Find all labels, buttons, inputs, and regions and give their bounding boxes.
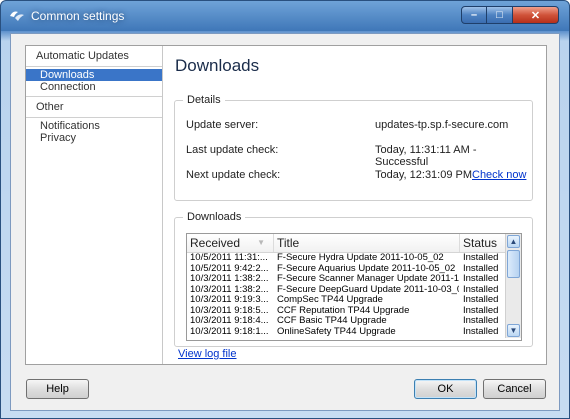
- cell-title: F-Secure Scanner Manager Update 2011-1..…: [277, 274, 459, 284]
- cell-received: 10/3/2011 9:18:1...: [190, 326, 269, 337]
- view-log-link[interactable]: View log file: [178, 348, 237, 360]
- cell-received: 10/3/2011 9:18:4...: [190, 316, 269, 326]
- list-row[interactable]: 10/3/2011 9:18:4... CCF Basic TP44 Upgrad…: [187, 316, 506, 327]
- page-title: Downloads: [175, 56, 260, 75]
- window-title: Common settings: [31, 9, 125, 23]
- downloads-list[interactable]: Received ▼ Title Status 10/5/2011 11:31:…: [186, 233, 522, 341]
- sort-arrow-icon: ▼: [257, 238, 265, 247]
- cell-received: 10/5/2011 9:42:2...: [190, 263, 269, 274]
- column-title[interactable]: Title: [274, 234, 460, 252]
- downloads-group: Downloads Received ▼ Title Status 10/5/2…: [174, 211, 533, 347]
- cell-status: Installed: [463, 316, 499, 326]
- column-received[interactable]: Received ▼: [187, 234, 274, 252]
- next-check-value: Today, 12:31:09 PM: [375, 169, 473, 181]
- maximize-icon: □: [496, 9, 503, 21]
- list-row[interactable]: 10/3/2011 9:18:5... CCF Reputation TP44 U…: [187, 306, 506, 317]
- cell-status: Installed: [463, 295, 499, 305]
- minimize-icon: –: [470, 9, 478, 21]
- content-pane: Downloads Details Update server: updates…: [163, 46, 546, 364]
- update-server-label: Update server:: [186, 119, 259, 131]
- cancel-button[interactable]: Cancel: [483, 379, 546, 399]
- cell-title: CCF Reputation TP44 Upgrade: [277, 305, 410, 316]
- caption-buttons: – □ ✕: [461, 6, 559, 25]
- cell-title: F-Secure Hydra Update 2011-10-05_02: [277, 253, 444, 263]
- cell-title: F-Secure DeepGuard Update 2011-10-03_01: [277, 284, 459, 295]
- cell-received: 10/3/2011 9:19:3...: [190, 295, 269, 305]
- list-rows: 10/5/2011 11:31:... F-Secure Hydra Update…: [187, 253, 506, 337]
- list-row[interactable]: 10/3/2011 1:38:2... F-Secure Scanner Mana…: [187, 274, 506, 285]
- cell-title: F-Secure Aquarius Update 2011-10-05_02: [277, 263, 456, 274]
- settings-window: Common settings – □ ✕ Automatic Updates …: [0, 0, 570, 419]
- column-status[interactable]: Status: [460, 234, 506, 252]
- close-icon: ✕: [530, 9, 541, 22]
- settings-panel: Automatic Updates Downloads Connection O…: [25, 45, 547, 365]
- details-group-label: Details: [183, 94, 225, 106]
- update-server-value: updates-tp.sp.f-secure.com: [375, 119, 509, 131]
- cell-status: Installed: [463, 284, 499, 295]
- fsecure-app-icon: [10, 11, 24, 21]
- cell-status: Installed: [463, 274, 499, 284]
- scroll-up-button[interactable]: ▲: [507, 235, 520, 248]
- nav-item-notifications[interactable]: Notifications: [26, 120, 162, 132]
- cell-status: Installed: [463, 253, 499, 263]
- help-button[interactable]: Help: [26, 379, 89, 399]
- cell-title: CompSec TP44 Upgrade: [277, 295, 383, 305]
- cell-status: Installed: [463, 263, 499, 274]
- list-row[interactable]: 10/3/2011 9:18:1... OnlineSafety TP44 Upg…: [187, 327, 506, 338]
- check-now-link[interactable]: Check now: [472, 169, 526, 181]
- last-check-value: Today, 11:31:11 AM - Successful: [375, 144, 477, 168]
- nav-item-privacy[interactable]: Privacy: [26, 132, 162, 144]
- nav-item-connection[interactable]: Connection: [26, 81, 162, 93]
- next-check-label: Next update check:: [186, 169, 281, 181]
- cell-received: 10/3/2011 1:38:2...: [190, 284, 269, 295]
- details-group: Details Update server: updates-tp.sp.f-s…: [174, 94, 533, 201]
- last-check-label: Last update check:: [186, 144, 279, 156]
- dialog-client: Automatic Updates Downloads Connection O…: [10, 33, 560, 411]
- list-row[interactable]: 10/5/2011 9:42:2... F-Secure Aquarius Upd…: [187, 264, 506, 275]
- close-button[interactable]: ✕: [513, 6, 559, 24]
- nav-group-automatic-updates: Automatic Updates: [26, 46, 162, 67]
- nav-group-other: Other: [26, 96, 162, 118]
- list-row[interactable]: 10/3/2011 9:19:3... CompSec TP44 Upgrade I…: [187, 295, 506, 306]
- ok-button[interactable]: OK: [414, 379, 477, 399]
- downloads-group-label: Downloads: [183, 211, 246, 223]
- minimize-button[interactable]: –: [461, 6, 487, 24]
- chevron-down-icon: ▼: [509, 326, 518, 335]
- vertical-scrollbar[interactable]: ▲ ▼: [505, 234, 521, 338]
- cell-status: Installed: [463, 305, 499, 316]
- settings-nav: Automatic Updates Downloads Connection O…: [26, 46, 163, 364]
- scroll-down-button[interactable]: ▼: [507, 324, 520, 337]
- list-row[interactable]: 10/3/2011 1:38:2... F-Secure DeepGuard Up…: [187, 285, 506, 296]
- cell-received: 10/3/2011 9:18:5...: [190, 305, 269, 316]
- cell-received: 10/3/2011 1:38:2...: [190, 274, 269, 284]
- cell-status: Installed: [463, 326, 499, 337]
- chevron-up-icon: ▲: [509, 237, 518, 246]
- scroll-thumb[interactable]: [507, 250, 520, 278]
- cell-received: 10/5/2011 11:31:...: [190, 253, 268, 263]
- nav-item-downloads[interactable]: Downloads: [26, 69, 162, 81]
- column-received-label: Received: [190, 236, 241, 250]
- cell-title: OnlineSafety TP44 Upgrade: [277, 326, 396, 337]
- title-bar[interactable]: Common settings – □ ✕: [1, 1, 569, 31]
- list-header: Received ▼ Title Status: [187, 234, 506, 253]
- maximize-button[interactable]: □: [487, 6, 513, 24]
- list-row[interactable]: 10/5/2011 11:31:... F-Secure Hydra Update…: [187, 253, 506, 264]
- cell-title: CCF Basic TP44 Upgrade: [277, 316, 387, 326]
